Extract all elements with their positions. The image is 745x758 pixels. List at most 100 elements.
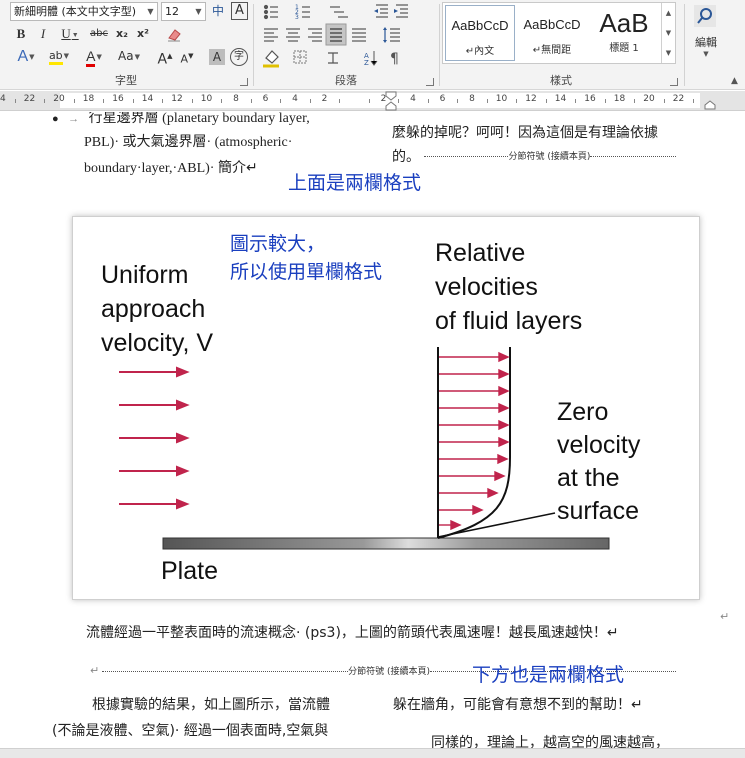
right-col-line-1[interactable]: 麼躲的掉呢？呵呵！因為這個是有理論依據 (392, 120, 658, 146)
left-col-line-3[interactable]: boundary·layer,·ABL)· 簡介↵ (84, 156, 258, 182)
decrease-indent-button[interactable] (372, 1, 392, 23)
character-border-button[interactable]: A (231, 2, 248, 20)
styles-scroll[interactable]: ▲ ▼ ▼ (661, 3, 675, 63)
chevron-down-icon: ▼ (134, 52, 140, 61)
multilevel-list-button[interactable] (326, 1, 360, 23)
subscript-button[interactable]: x₂ (113, 24, 131, 44)
bold-button[interactable]: B (12, 24, 30, 44)
sort-button[interactable] (360, 48, 380, 68)
left-col-line-2[interactable]: PBL)· 或大氣邊界層· (atmospheric· (84, 130, 292, 156)
numbering-button[interactable] (292, 1, 322, 23)
ruler-tick-mark (309, 99, 311, 103)
ruler-tick-mark (634, 99, 636, 103)
plate-bar (162, 537, 610, 550)
scroll-down-icon[interactable]: ▼ (662, 23, 675, 43)
ruler-tick-label: 6 (439, 94, 446, 104)
style-no-spacing[interactable]: AaBbCcD ↵無間距 (517, 5, 587, 61)
font-color-button[interactable]: A▼ (80, 46, 108, 67)
annotation-two-column-bottom: 下方也是兩欄格式 (472, 664, 625, 686)
right-col-line-2[interactable]: 的。 分節符號 (接續本頁) (392, 144, 677, 172)
bottom-right-line-1[interactable]: 躲在牆角，可能會有意想不到的幫助！↵ (393, 692, 643, 718)
ruler-tick-label: 4 (292, 94, 298, 104)
scroll-up-icon[interactable]: ▲ (662, 3, 675, 23)
strikethrough-button[interactable]: abc (88, 24, 110, 44)
ruler-tick-mark (516, 99, 518, 103)
tab-arrow-icon: → (68, 113, 80, 125)
editing-group[interactable]: 編輯 ▼ (686, 0, 726, 90)
change-case-button[interactable]: Aa▼ (114, 46, 144, 66)
ruler-tick-mark (693, 99, 695, 103)
horizontal-scrollbar[interactable] (0, 748, 745, 758)
distributed-button[interactable] (348, 24, 370, 46)
ruler-tick-label: 4 (410, 94, 416, 104)
right-indent-marker-icon[interactable] (704, 100, 716, 110)
align-left-button[interactable] (260, 24, 282, 46)
styles-group: AaBbCcD ↵內文 AaBbCcD ↵無間距 AaB 標題 1 ▲ ▼ ▼ … (440, 0, 682, 90)
collapse-ribbon-icon[interactable]: ▲ (731, 76, 738, 86)
document-canvas[interactable]: ● → 行星邊界層 (planetary boundary layer, PBL… (0, 112, 745, 758)
relative-label-3: of fluid layers (435, 307, 582, 335)
superscript-label: x² (137, 27, 149, 40)
increase-indent-button[interactable] (393, 1, 413, 23)
highlight-button[interactable]: ab▼ (44, 46, 74, 66)
clear-formatting-button[interactable] (164, 24, 184, 44)
paragraph-dialog-launcher[interactable] (426, 78, 434, 86)
ruler-tick-mark (604, 99, 606, 103)
superscript-button[interactable]: x² (134, 24, 152, 44)
enclose-characters-button[interactable]: 字 (230, 48, 248, 66)
ruler-tick-mark (280, 99, 282, 103)
line-spacing-button[interactable] (380, 24, 406, 46)
ruler-tick-mark (575, 99, 577, 103)
grow-font-label: A (157, 51, 168, 68)
ruler-tick-label: 22 (23, 94, 36, 104)
character-border-label: A (235, 3, 244, 18)
horizontal-ruler[interactable]: 24222018161412108642246810121416182022 (0, 91, 745, 111)
grow-font-button[interactable]: A▲ (156, 46, 174, 68)
style-heading-1[interactable]: AaB 標題 1 (589, 5, 659, 61)
chevron-down-icon: ▼ (63, 52, 70, 60)
styles-group-label: 樣式 (550, 74, 572, 87)
shrink-font-button[interactable]: A▼ (178, 46, 196, 66)
figure-caption[interactable]: 流體經過一平整表面時的流速概念· (ps3)，上圖的箭頭代表風速喔！越長風速越快… (86, 620, 619, 646)
bullets-button[interactable] (260, 1, 290, 23)
font-dialog-launcher[interactable] (240, 78, 248, 86)
ruler-tick-label: 12 (525, 94, 537, 104)
strikethrough-label: abc (90, 28, 108, 39)
ruler-tick-mark (132, 99, 134, 103)
asian-layout-button[interactable] (324, 48, 350, 68)
bottom-left-line-2[interactable]: (不論是液體、空氣)· 經過一個表面時,空氣與 (52, 718, 328, 744)
annotation-figure-line-2: 所以使用單欄格式 (230, 261, 383, 283)
paragraph-mark: ↵ (720, 610, 730, 623)
align-center-button[interactable] (283, 24, 305, 46)
show-hide-marks-button[interactable] (386, 48, 406, 68)
more-styles-icon[interactable]: ▼ (662, 43, 675, 63)
font-name-combo[interactable]: 新細明體 (本文中文字型) ▼ (10, 2, 158, 21)
ruler-tick-label: 8 (233, 94, 239, 104)
ruler-tick-mark (103, 99, 105, 103)
ruler-tick-label: 18 (82, 94, 95, 104)
justify-button[interactable] (326, 24, 346, 46)
style-normal[interactable]: AaBbCcD ↵內文 (445, 5, 515, 61)
shrink-font-label: A (180, 52, 189, 66)
phonetic-guide-button[interactable]: 中 (209, 1, 227, 21)
align-right-button[interactable] (305, 24, 325, 46)
ruler-tick-label: 8 (469, 94, 475, 104)
ruler-tick-label: 14 (554, 94, 567, 104)
underline-label: U (61, 26, 71, 41)
character-shading-button[interactable]: A (209, 49, 225, 65)
zero-label-4: surface (557, 497, 639, 525)
italic-button[interactable]: I (34, 24, 52, 44)
indent-marker-icon[interactable] (385, 91, 397, 111)
bottom-left-line-1[interactable]: 根據實驗的結果，如上圖所示，當流體 (92, 692, 330, 718)
borders-button[interactable] (290, 48, 316, 68)
text-effects-button[interactable]: A▼ (12, 46, 40, 66)
shading-button[interactable] (260, 48, 286, 68)
boundary-layer-figure[interactable]: Uniform approach velocity, V Relative ve… (72, 216, 700, 600)
underline-button[interactable]: U▼ (56, 24, 84, 44)
font-size-combo[interactable]: 12 ▼ (161, 2, 206, 21)
bullet-item-line[interactable]: ● → 行星邊界層 (planetary boundary layer, (52, 112, 310, 132)
styles-dialog-launcher[interactable] (670, 78, 678, 86)
ruler-tick-mark (73, 99, 75, 103)
chevron-down-icon: ▼ (96, 53, 102, 61)
bold-label: B (16, 26, 26, 41)
